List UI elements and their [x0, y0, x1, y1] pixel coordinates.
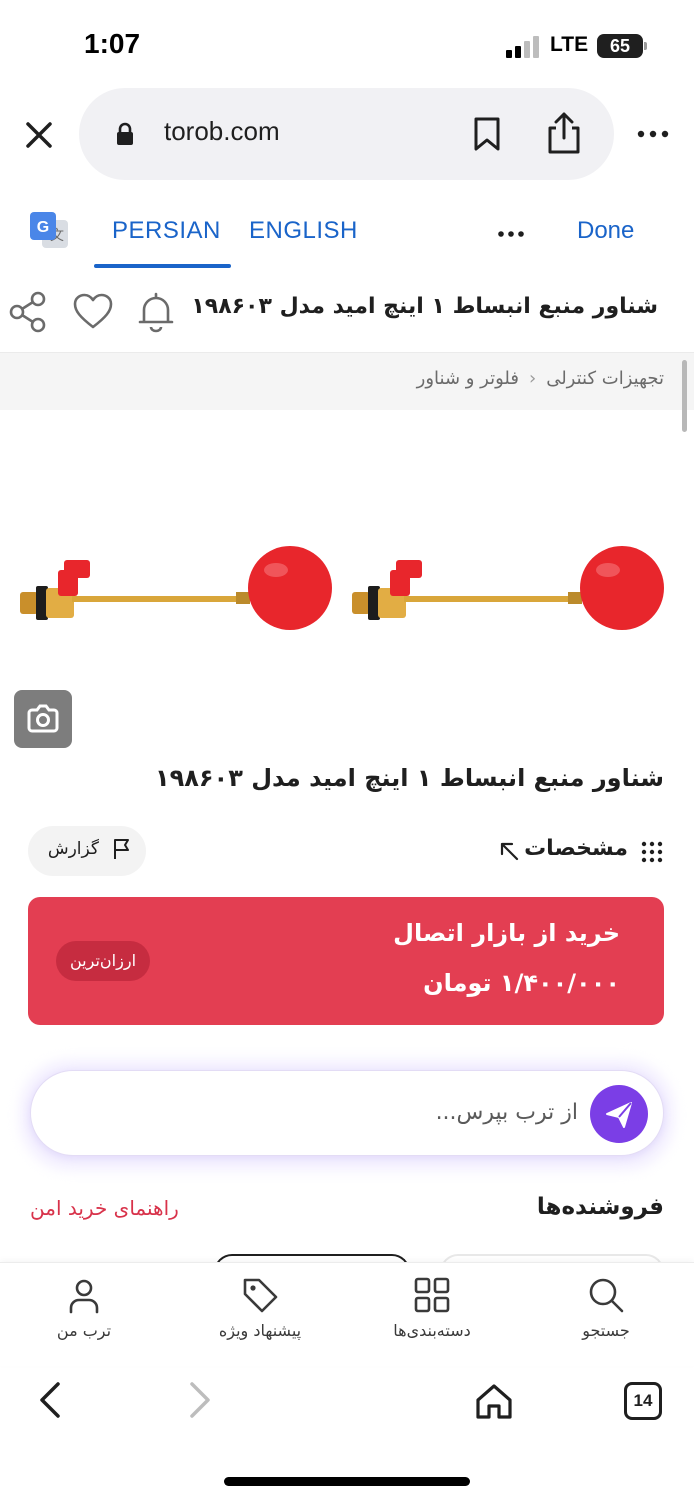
url-text[interactable]: torob.com: [164, 116, 280, 147]
float-valve-illustration-right: [352, 546, 664, 630]
product-title: شناور منبع انبساط ۱ اینچ امید مدل ۱۹۸۶۰۳: [154, 764, 664, 792]
report-label: گزارش: [47, 839, 99, 859]
nav-categories[interactable]: دسته‌بندی‌ها: [362, 1275, 502, 1365]
bookmark-icon[interactable]: [472, 116, 502, 152]
nav-categories-label: دسته‌بندی‌ها: [393, 1321, 471, 1340]
image-search-button[interactable]: [14, 690, 72, 748]
safe-purchase-guide-link[interactable]: راهنمای خرید امن: [30, 1196, 179, 1220]
sellers-heading: فروشنده‌ها: [536, 1194, 664, 1220]
back-arrow-icon[interactable]: [34, 1380, 68, 1420]
grid-dots-icon: [640, 840, 664, 864]
float-valve-illustration-left: [20, 546, 332, 630]
battery-tip: [644, 42, 647, 50]
arrow-up-left-icon: [498, 840, 520, 862]
send-button[interactable]: [590, 1085, 648, 1143]
address-bar[interactable]: [79, 88, 614, 180]
share-icon[interactable]: [546, 110, 582, 156]
nav-special-offers[interactable]: پیشنهاد ویژه: [190, 1275, 330, 1365]
breadcrumb: تجهیزات کنترلی ‹ فلوتر و شناور: [417, 368, 664, 389]
tag-icon: [243, 1278, 278, 1313]
heart-icon[interactable]: [72, 292, 114, 330]
more-options-icon[interactable]: [636, 122, 670, 146]
offer-price: ۱/۴۰۰/۰۰۰ تومان: [423, 969, 620, 997]
nav-search-label: جستجو: [582, 1321, 630, 1340]
specs-label: مشخصات: [524, 836, 628, 861]
camera-icon: [27, 704, 59, 733]
home-icon[interactable]: [474, 1382, 514, 1420]
flag-icon: [112, 838, 132, 860]
nav-search[interactable]: جستجو: [536, 1275, 676, 1365]
product-image[interactable]: [0, 420, 694, 680]
tab-persian[interactable]: PERSIAN: [112, 217, 221, 245]
search-icon: [589, 1278, 624, 1313]
translate-more-icon[interactable]: [496, 224, 526, 244]
close-icon[interactable]: [20, 116, 58, 154]
forward-arrow-icon[interactable]: [182, 1380, 216, 1420]
tabs-count-button[interactable]: 14: [624, 1382, 662, 1420]
active-tab-indicator: [94, 264, 231, 268]
network-type: LTE: [550, 33, 589, 56]
offer-store-name: خرید از بازار اتصال: [393, 919, 620, 947]
buy-offer-card[interactable]: خرید از بازار اتصال ۱/۴۰۰/۰۰۰ تومان ارزا…: [28, 897, 664, 1025]
send-icon: [606, 1102, 632, 1128]
specs-link[interactable]: مشخصات: [484, 836, 664, 866]
nav-my-torob[interactable]: ترب من: [14, 1275, 154, 1365]
nav-my-torob-label: ترب من: [56, 1321, 112, 1340]
breadcrumb-separator: ‹: [528, 368, 537, 389]
breadcrumb-item-control-equipment[interactable]: تجهیزات کنترلی: [546, 368, 664, 389]
cheapest-badge: ارزان‌ترین: [56, 941, 151, 981]
nav-special-offers-label: پیشنهاد ویژه: [218, 1321, 302, 1340]
tab-english[interactable]: ENGLISH: [249, 217, 358, 245]
breadcrumb-item-float[interactable]: فلوتر و شناور: [417, 368, 519, 389]
report-button[interactable]: گزارش: [28, 826, 146, 876]
lock-icon: [114, 122, 136, 146]
bell-icon[interactable]: [136, 290, 176, 334]
home-indicator[interactable]: [224, 1477, 470, 1486]
google-translate-icon: 文G: [30, 212, 70, 252]
user-icon: [69, 1279, 99, 1314]
grid-icon: [414, 1277, 450, 1313]
share-nodes-icon[interactable]: [8, 290, 48, 334]
bottom-navigation: ترب من پیشنهاد ویژه دسته‌بندی‌ها جستجو: [0, 1262, 694, 1366]
ask-placeholder[interactable]: از ترب بپرس...: [436, 1100, 578, 1125]
svg-text:G: G: [37, 219, 49, 236]
done-button[interactable]: Done: [577, 217, 634, 245]
cellular-signal-icon: [506, 36, 542, 58]
status-time: 1:07: [84, 28, 141, 59]
header-product-title: شناور منبع انبساط ۱ اینچ امید مدل ۱۹۸۶۰۳: [191, 294, 658, 319]
battery-icon: 65: [597, 34, 643, 58]
